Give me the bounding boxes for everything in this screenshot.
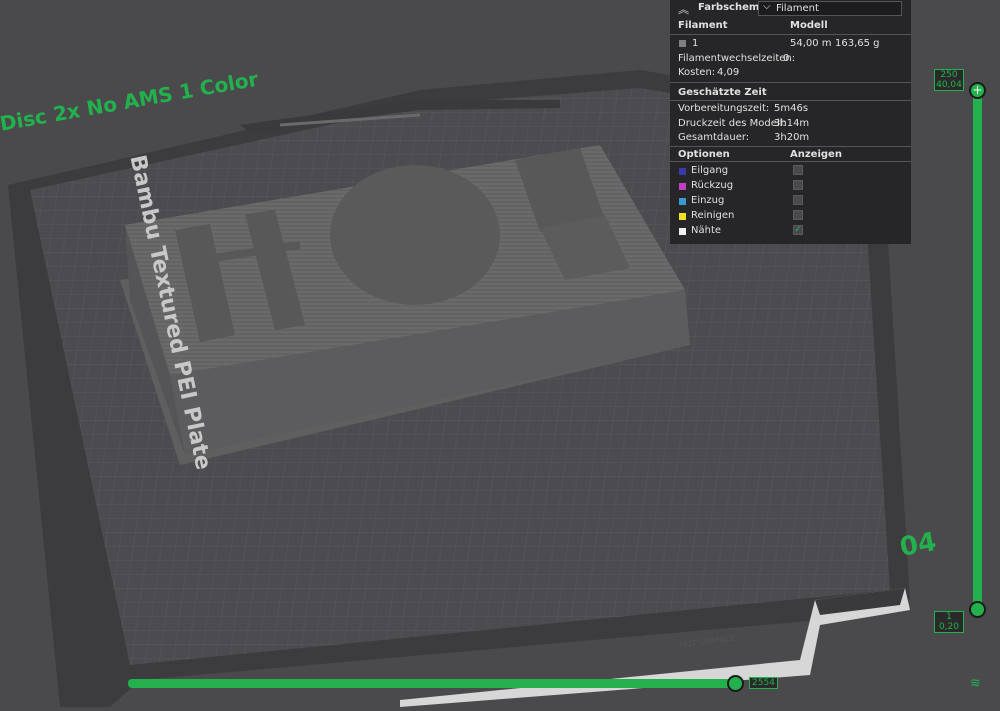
option-color-swatch [679, 183, 686, 190]
option-checkbox[interactable] [793, 210, 803, 220]
top-layer-number: 250 [940, 70, 958, 80]
add-icon[interactable]: + [969, 82, 986, 99]
option-color-swatch [679, 213, 686, 220]
filament-weight: 163,65 g [835, 38, 880, 49]
option-color-swatch [679, 228, 686, 235]
plate-number-label: 04 [897, 527, 939, 563]
filament-length: 54,00 m [790, 38, 832, 49]
option-label: Nähte [691, 225, 722, 236]
bottom-layer-readout: 1 0,20 [934, 611, 964, 633]
top-layer-height: 40,04 [936, 80, 962, 90]
show-header: Anzeigen [790, 149, 842, 160]
bottom-layer-height: 0,20 [938, 622, 960, 632]
move-slider-handle[interactable] [727, 675, 744, 692]
option-color-swatch [679, 168, 686, 175]
move-slider[interactable] [128, 679, 738, 688]
total-time-label: Gesamtdauer: [678, 132, 750, 143]
prep-time-label: Vorbereitungszeit: [678, 103, 770, 114]
filament-color-swatch [679, 40, 686, 47]
bottom-layer-number: 1 [946, 612, 952, 622]
cost-label: Kosten: [678, 67, 716, 78]
options-header: Optionen [678, 149, 730, 160]
legend-panel: ︽ Farbschema ⌵ Filament Filament Modell … [670, 0, 911, 244]
top-layer-readout: 250 40,04 [934, 69, 964, 91]
option-label: Reinigen [691, 210, 735, 221]
filament-column-header: Filament [678, 20, 728, 31]
total-time-value: 3h20m [774, 132, 810, 143]
model-time-label: Druckzeit des Modell: [678, 118, 786, 129]
model-time-value: 3h14m [774, 118, 810, 129]
option-checkbox[interactable] [793, 195, 803, 205]
svg-text:HOT SURFACE: HOT SURFACE [679, 633, 736, 650]
option-checkbox[interactable] [793, 180, 803, 190]
color-scheme-value: Filament [776, 3, 819, 14]
filament-changes-value: 0 [783, 53, 790, 64]
option-label: Einzug [691, 195, 725, 206]
cost-value: 4,09 [717, 67, 740, 78]
option-checkbox[interactable] [793, 165, 803, 175]
chevron-down-icon: ⌵ [763, 1, 771, 12]
color-scheme-label: Farbschema [698, 2, 767, 13]
filament-index: 1 [692, 38, 699, 49]
move-slider-readout: 2554 [749, 677, 778, 689]
bottom-slider-handle[interactable] [969, 601, 986, 618]
option-label: Eilgang [691, 165, 729, 176]
round-cutout [330, 165, 500, 305]
estimated-time-header: Geschätzte Zeit [678, 87, 767, 98]
option-label: Rückzug [691, 180, 734, 191]
double-chevron-up-icon[interactable]: ︽ [678, 1, 689, 17]
layer-range-slider[interactable] [973, 90, 982, 610]
option-checkbox-checked[interactable]: ✓ [793, 225, 803, 235]
color-scheme-dropdown[interactable]: ⌵ Filament [758, 1, 902, 16]
option-color-swatch [679, 198, 686, 205]
prep-time-value: 5m46s [774, 103, 809, 114]
layers-icon[interactable]: ≋ [970, 676, 981, 691]
model-column-header: Modell [790, 20, 828, 31]
filament-changes-label: Filamentwechselzeiten: [678, 53, 796, 64]
